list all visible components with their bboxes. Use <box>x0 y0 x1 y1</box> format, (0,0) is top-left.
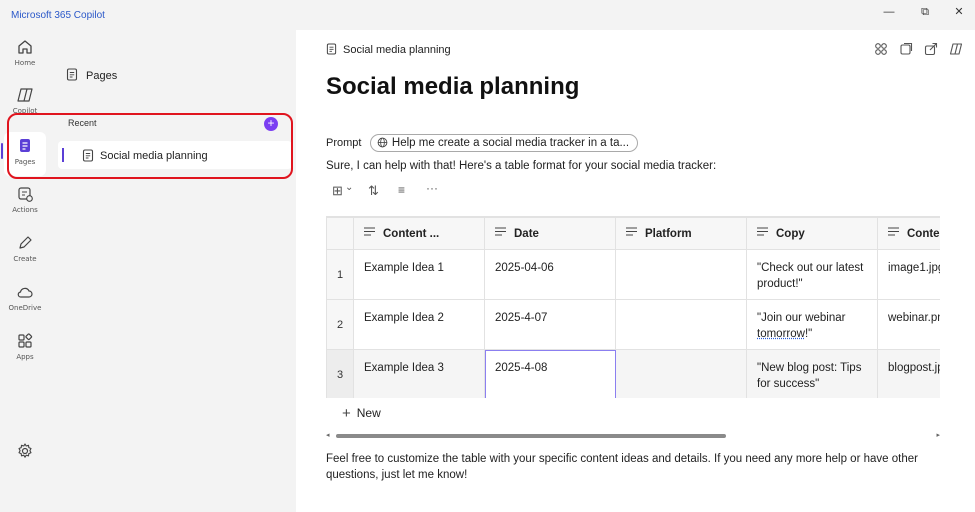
horizontal-scrollbar[interactable]: ◂ ▸ <box>326 431 940 439</box>
pages-panel: Pages Recent + Social media planning <box>50 30 296 512</box>
column-header-content[interactable]: Content ... <box>353 217 485 250</box>
apps-icon <box>18 333 33 348</box>
loop-components-icon[interactable] <box>874 42 888 56</box>
rail-item-onedrive[interactable]: OneDrive <box>0 283 50 327</box>
cell-copy[interactable]: "Join our webinar tomorrow!" <box>746 299 878 350</box>
response-footer: Feel free to customize the table with yo… <box>326 453 918 481</box>
chevron-down-icon[interactable]: ⌄ <box>345 182 361 198</box>
table-row-selected: 3 Example Idea 3 2025-4-08 "New blog pos… <box>326 349 940 398</box>
column-label: Platform <box>645 228 692 240</box>
plus-icon: + <box>342 405 351 422</box>
rail-label-onedrive: OneDrive <box>8 304 42 312</box>
actions-icon <box>18 187 33 202</box>
cell-extra[interactable]: blogpost.jpg <box>877 349 940 398</box>
rail-item-create[interactable]: Create <box>0 234 50 278</box>
copilot-icon <box>17 88 33 102</box>
spelling-flag[interactable]: tomorrow <box>757 328 805 340</box>
cell-content[interactable]: Example Idea 1 <box>353 249 485 300</box>
page-icon <box>66 68 78 81</box>
breadcrumb-label: Social media planning <box>343 44 451 56</box>
column-label: Date <box>514 228 539 240</box>
app-title: Microsoft 365 Copilot <box>11 10 105 21</box>
row-number-header <box>326 217 354 250</box>
column-label: Content ... <box>383 228 440 240</box>
copilot-icon[interactable] <box>949 42 963 56</box>
row-number[interactable]: 2 <box>326 299 354 350</box>
breadcrumb: Social media planning <box>326 43 451 56</box>
text-column-icon <box>626 227 637 236</box>
gear-icon <box>18 443 32 458</box>
share-icon[interactable] <box>924 42 938 56</box>
sort-icon[interactable]: ⇅ <box>368 183 384 199</box>
cell-platform[interactable] <box>615 299 747 350</box>
tracker-table: Content ... Date Platform Copy Conte 1 E… <box>326 216 940 398</box>
globe-icon <box>377 137 388 148</box>
cell-content[interactable]: Example Idea 2 <box>353 299 485 350</box>
add-row-label: New <box>356 406 381 420</box>
page-title: Social media planning <box>326 73 580 100</box>
response-intro: Sure, I can help with that! Here's a tab… <box>326 160 717 172</box>
prompt-chip[interactable]: Help me create a social media tracker in… <box>369 134 639 152</box>
page-icon <box>326 43 337 55</box>
rail-label-apps: Apps <box>16 353 34 361</box>
cell-copy[interactable]: "Check out our latest product!" <box>746 249 878 300</box>
cell-date-focused[interactable]: 2025-4-08 <box>484 349 616 398</box>
column-label: Copy <box>776 228 805 240</box>
rail-item-actions[interactable]: Actions <box>0 185 50 229</box>
text-column-icon <box>757 227 768 236</box>
text-column-icon <box>888 227 899 236</box>
restore-button[interactable]: ⧉ <box>916 4 934 20</box>
cell-extra[interactable]: image1.jpg <box>877 249 940 300</box>
table-header-row: Content ... Date Platform Copy Conte <box>326 217 940 250</box>
prompt-label: Prompt <box>326 137 362 149</box>
table-row: 2 Example Idea 2 2025-4-07 "Join our web… <box>326 299 940 350</box>
pages-heading: Pages <box>66 68 117 82</box>
create-icon <box>19 236 32 249</box>
rail-item-apps[interactable]: Apps <box>0 332 50 376</box>
nav-rail: Home Copilot Pages Actions Create OneDri… <box>0 30 50 512</box>
column-header-platform[interactable]: Platform <box>615 217 747 250</box>
cloud-icon <box>17 287 33 298</box>
row-number[interactable]: 3 <box>326 349 354 398</box>
cell-date[interactable]: 2025-4-07 <box>484 299 616 350</box>
copy-page-icon[interactable] <box>899 42 913 56</box>
rail-label-home: Home <box>14 59 36 67</box>
text-column-icon <box>495 227 506 236</box>
cell-platform[interactable] <box>615 249 747 300</box>
column-header-extra[interactable]: Conte <box>877 217 940 250</box>
title-bar: Microsoft 365 Copilot — ⧉ ✕ <box>0 0 975 30</box>
prompt-row: Prompt Help me create a social media tra… <box>326 134 639 152</box>
close-button[interactable]: ✕ <box>950 4 968 20</box>
cell-content[interactable]: Example Idea 3 <box>353 349 485 398</box>
prompt-text: Help me create a social media tracker in… <box>391 137 630 149</box>
cell-copy[interactable]: "New blog post: Tips for success" <box>746 349 878 398</box>
add-row-button[interactable]: + New <box>342 405 381 422</box>
column-label: Conte <box>907 228 940 240</box>
scroll-right-icon[interactable]: ▸ <box>936 431 940 439</box>
cell-extra[interactable]: webinar.png <box>877 299 940 350</box>
rail-label-actions: Actions <box>12 206 38 214</box>
home-icon <box>18 40 32 54</box>
highlight-annotation <box>7 113 293 179</box>
column-header-copy[interactable]: Copy <box>746 217 878 250</box>
more-icon[interactable]: ··· <box>426 181 442 197</box>
rail-active-indicator <box>1 143 3 159</box>
settings-button[interactable] <box>0 442 50 462</box>
minimize-button[interactable]: — <box>880 4 898 20</box>
rail-item-home[interactable]: Home <box>0 38 50 82</box>
cell-date[interactable]: 2025-04-06 <box>484 249 616 300</box>
cell-platform[interactable] <box>615 349 747 398</box>
row-number[interactable]: 1 <box>326 249 354 300</box>
table-row: 1 Example Idea 1 2025-04-06 "Check out o… <box>326 249 940 300</box>
scrollbar-thumb[interactable] <box>336 434 726 438</box>
column-header-date[interactable]: Date <box>484 217 616 250</box>
copy-text: "Join our webinar <box>757 312 846 324</box>
copy-text-end: !" <box>804 328 813 340</box>
rail-label-create: Create <box>13 255 37 263</box>
page-editor: Social media planning Social media plann… <box>296 30 975 512</box>
scroll-left-icon[interactable]: ◂ <box>326 431 330 439</box>
text-column-icon <box>364 227 375 236</box>
pages-heading-label: Pages <box>86 70 118 82</box>
filter-icon[interactable]: ≡ <box>398 183 414 199</box>
